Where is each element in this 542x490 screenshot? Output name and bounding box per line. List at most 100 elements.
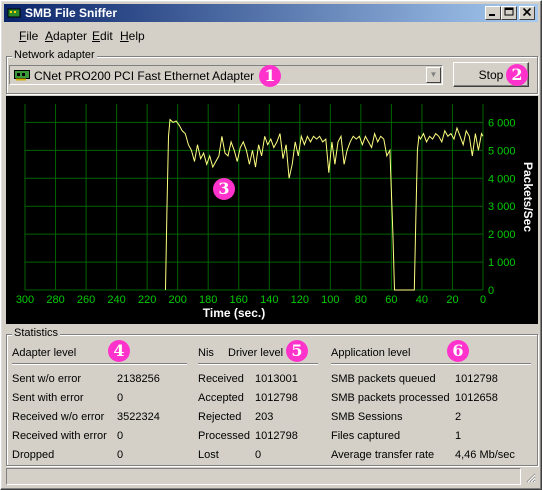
callout-4: 4: [108, 340, 130, 362]
status-pane: [6, 468, 521, 485]
network-adapter-label: Network adapter: [12, 49, 97, 61]
adapter-level-header: Adapter level: [12, 347, 77, 359]
series-line: [165, 118, 484, 291]
menu-adapter-rest: dapter: [53, 29, 88, 43]
menu-help[interactable]: Help: [120, 29, 145, 43]
adapter-stat-value: 2138256: [117, 373, 160, 385]
driver-stat-value: 1012798: [255, 392, 298, 404]
y-tick-label: 4 000: [488, 173, 516, 185]
driver-stat-value: 203: [255, 411, 274, 423]
callout-3: 3: [213, 178, 235, 200]
y-tick-label: 5 000: [488, 145, 516, 157]
application-stat-label: Files captured: [331, 430, 401, 442]
x-tick-label: 20: [446, 294, 458, 306]
x-tick-label: 60: [385, 294, 397, 306]
application-stat-label: Average transfer rate: [331, 449, 435, 461]
nis-label: Nis: [198, 347, 214, 359]
adapter-stat-value: 0: [117, 430, 124, 442]
callout-5: 5: [286, 340, 308, 362]
app-icon: [7, 8, 21, 18]
x-axis-label: Time (sec.): [203, 306, 265, 320]
window-title: SMB File Sniffer: [25, 6, 118, 20]
y-tick-label: 2 000: [488, 229, 516, 241]
application-stat-label: SMB Sessions: [331, 411, 403, 423]
resize-grip-icon[interactable]: [524, 471, 536, 483]
statistics-label: Statistics: [12, 327, 61, 339]
x-tick-label: 160: [230, 294, 248, 306]
menu-help-key: H: [120, 29, 129, 43]
driver-stat-label: Rejected: [198, 411, 242, 423]
application-stat-label: SMB packets queued: [331, 373, 436, 385]
x-tick-label: 200: [168, 294, 186, 306]
x-tick-label: 120: [291, 294, 309, 306]
packets-chart-svg: 300 280 260 240 220 200 180 160 140 120 100 80 60 40 2…: [16, 104, 535, 320]
x-tick-label: 0: [480, 294, 486, 306]
driver-stat-label: Accepted: [198, 392, 244, 404]
x-tick-label: 280: [46, 294, 64, 306]
y-tick-label: 0: [488, 285, 494, 297]
application-level-header: Application level: [331, 347, 411, 359]
x-tick-label: 140: [260, 294, 278, 306]
status-bar: [4, 468, 538, 486]
x-tick-label: 300: [16, 294, 34, 306]
application-stat-label: SMB packets processed: [331, 392, 450, 404]
driver-stat-label: Lost: [198, 449, 219, 461]
y-tick-label: 6 000: [488, 117, 516, 129]
menu-adapter-key: A: [45, 29, 54, 43]
menu-file[interactable]: File: [19, 29, 38, 43]
y-tick-label: 3 000: [488, 201, 516, 213]
x-tick-label: 40: [416, 294, 428, 306]
x-tick-label: 220: [138, 294, 156, 306]
close-icon: [522, 7, 532, 17]
chevron-down-icon[interactable]: ▼: [426, 67, 441, 83]
x-tick-label: 100: [321, 294, 339, 306]
adapter-stat-label: Dropped: [12, 449, 55, 461]
menu-help-rest: elp: [128, 29, 145, 43]
callout-6: 6: [447, 340, 469, 362]
adapter-select-value: CNet PRO200 PCI Fast Ethernet Adapter: [34, 69, 255, 83]
x-tick-label: 180: [199, 294, 217, 306]
x-tick-label: 80: [355, 294, 367, 306]
callout-2: 2: [506, 64, 528, 86]
adapter-stat-label: Sent with error: [12, 392, 84, 404]
driver-header-divider: [198, 363, 318, 365]
y-tick-label: 1 000: [488, 257, 516, 269]
menu-file-rest: ile: [26, 29, 39, 43]
menu-adapter[interactable]: Adapter: [45, 29, 87, 43]
adapter-select[interactable]: CNet PRO200 PCI Fast Ethernet Adapter ▼: [9, 65, 443, 85]
minimize-button[interactable]: [485, 6, 501, 20]
application-stat-value: 1012798: [455, 373, 498, 385]
adapter-stat-label: Sent w/o error: [12, 373, 82, 385]
menu-edit-rest: dit: [100, 29, 113, 43]
network-card-icon: [14, 70, 30, 81]
menu-edit-key: E: [92, 29, 101, 43]
x-tick-label: 260: [77, 294, 95, 306]
adapter-stat-value: 0: [117, 392, 124, 404]
callout-1: 1: [259, 65, 281, 87]
maximize-button[interactable]: [501, 6, 517, 20]
application-stat-value: 4,46 Mb/sec: [455, 449, 515, 461]
application-header-divider: [331, 363, 531, 365]
main-window: SMB File Sniffer File Adapter Edit Help …: [0, 0, 542, 490]
maximize-icon: [504, 7, 514, 16]
driver-stat-value: 1013001: [255, 373, 298, 385]
close-button[interactable]: [519, 6, 535, 20]
menu-edit[interactable]: Edit: [92, 29, 113, 43]
adapter-stat-value: 0: [117, 449, 124, 461]
y-axis-label: Packets/Sec: [521, 162, 535, 232]
driver-stat-label: Processed: [198, 430, 250, 442]
adapter-header-divider: [12, 363, 187, 365]
title-bar[interactable]: SMB File Sniffer: [4, 4, 538, 22]
minimize-icon: [489, 14, 495, 16]
driver-stat-label: Received: [198, 373, 244, 385]
adapter-stat-value: 3522324: [117, 411, 160, 423]
application-stat-value: 2: [455, 411, 462, 423]
packets-chart: 300 280 260 240 220 200 180 160 140 120 100 80 60 40 2…: [6, 96, 538, 324]
application-stat-value: 1: [455, 430, 462, 442]
adapter-stat-label: Received with error: [12, 430, 107, 442]
driver-stat-value: 1012798: [255, 430, 298, 442]
driver-stat-value: 0: [255, 449, 262, 461]
adapter-stat-label: Received w/o error: [12, 411, 105, 423]
application-stat-value: 1012658: [455, 392, 498, 404]
driver-level-header: Driver level: [228, 347, 284, 359]
